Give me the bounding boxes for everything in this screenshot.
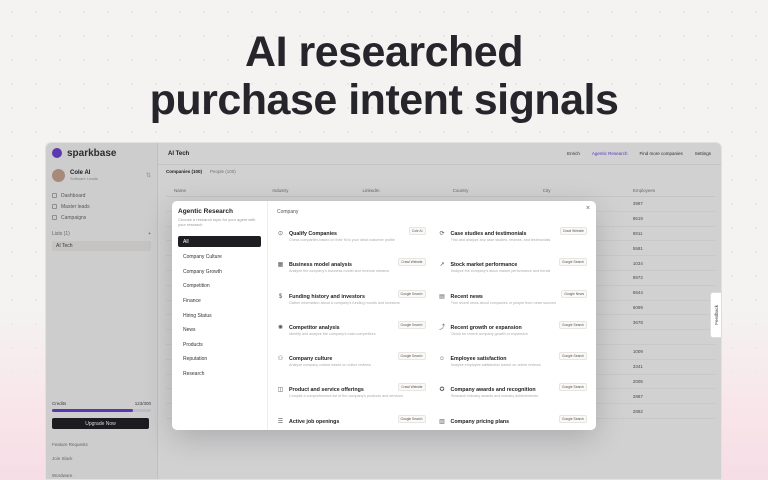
source-badge: Google Search (397, 352, 426, 361)
category-item[interactable]: Company Growth (178, 265, 261, 280)
card-description: Check companies based on their fit to yo… (289, 238, 395, 242)
card-icon: $ (278, 293, 283, 300)
card-title: Qualify Companies (289, 231, 337, 237)
category-item[interactable]: Competition (178, 279, 261, 294)
card-description: Check for recent company growth or expan… (450, 331, 528, 336)
source-badge: Google Search (397, 414, 426, 423)
card-icon: ✺ (277, 324, 284, 331)
card-description: Analyze the company's stock market perfo… (450, 269, 551, 274)
hero-line-2: purchase intent signals (149, 76, 619, 124)
card-icon: ↗ (439, 262, 445, 269)
hero-headline: AI researched purchase intent signals (0, 28, 768, 124)
research-card[interactable]: ⟳ Case studies and testimonials Find and a… (439, 223, 587, 254)
research-card[interactable]: ⊙ Qualify Companies Check companies based … (277, 223, 426, 254)
category-item[interactable]: All (178, 236, 261, 247)
source-badge: Crawl Website (398, 383, 426, 392)
source-badge: Google News (561, 289, 587, 298)
category-item[interactable]: Hiring Status (178, 308, 261, 323)
modal-content: Company × ⊙ Qualify Companies Check compan… (268, 201, 596, 430)
feedback-label: Feedback (713, 305, 719, 325)
card-icon: ⚇ (277, 356, 284, 363)
source-badge: Google Search (559, 383, 587, 392)
research-card[interactable]: ↗ Stock market performance Analyze the com… (439, 254, 587, 285)
category-item[interactable]: News (178, 323, 261, 338)
category-item[interactable]: Company Culture (178, 250, 261, 265)
hero-line-1: AI researched (245, 28, 523, 76)
modal-description: Choose a research topic for your agent w… (178, 217, 256, 227)
card-icon: ✪ (439, 387, 445, 394)
close-icon[interactable]: × (586, 205, 590, 212)
research-card[interactable]: ◫ Product and service offerings Compile a … (277, 379, 426, 410)
modal-sidebar: Agentic Research Choose a research topic… (172, 201, 268, 430)
card-description: Gather information about a company's fun… (289, 300, 400, 305)
research-card[interactable]: ✪ Company awards and recognition Research … (439, 379, 587, 410)
card-icon: ▦ (277, 262, 284, 269)
card-icon: ☰ (277, 418, 284, 425)
card-description: Compile a comprehensive list of the comp… (289, 394, 403, 399)
research-card[interactable]: ✺ Competitor analysis Identify and analyze… (277, 317, 426, 348)
card-description: Identify and analyze the company's main … (289, 331, 376, 336)
research-card[interactable]: ▤ Recent news Find recent news about compa… (439, 286, 587, 317)
card-description: Analyze employee satisfaction based on o… (450, 363, 541, 368)
source-badge: Google Search (559, 258, 587, 267)
research-card[interactable]: ▥ Company pricing plans Google Search (439, 411, 587, 430)
card-icon: ▥ (439, 418, 445, 425)
card-description: Find and analyze any case studies, revie… (450, 238, 551, 242)
card-description: Research industry awards and industry ac… (450, 394, 539, 399)
card-description: Find recent news about companies or peop… (450, 300, 557, 305)
category-item[interactable]: Products (178, 338, 261, 353)
source-badge: Google Search (559, 414, 587, 423)
source-badge: Cole AI (408, 227, 426, 235)
card-icon: ☺ (438, 356, 446, 363)
card-icon: ▤ (439, 293, 445, 300)
research-card[interactable]: ⤴ Recent growth or expansion Check for rec… (438, 317, 587, 348)
source-badge: Google Search (559, 352, 587, 361)
feedback-tab[interactable]: Feedback (710, 292, 722, 338)
card-description: Analyze company culture based on online … (289, 363, 371, 368)
research-card[interactable]: $ Funding history and investors Gather inf… (277, 286, 426, 317)
card-icon: ⊙ (277, 231, 284, 237)
research-card[interactable]: ▦ Business model analysis Analyze the comp… (277, 254, 426, 285)
source-badge: Crawl Website (559, 227, 587, 235)
source-badge: Google Search (559, 320, 587, 329)
modal-title: Agentic Research (178, 208, 233, 215)
category-item[interactable]: Reputation (178, 352, 261, 367)
source-badge: Google Search (397, 289, 426, 298)
source-badge: Google Search (397, 320, 426, 329)
category-item[interactable]: Research (178, 367, 261, 382)
section-label: Company (277, 209, 299, 215)
research-card-grid: ⊙ Qualify Companies Check companies based … (277, 223, 587, 430)
research-card[interactable]: ☰ Active job openings Google Search (277, 411, 426, 430)
card-icon: ◫ (277, 387, 284, 394)
category-item[interactable]: Finance (178, 294, 261, 309)
card-description: Analyze the company's business model and… (289, 269, 390, 274)
category-list: All Company Culture Company Growth Competit… (178, 236, 261, 381)
research-card[interactable]: ⚇ Company culture Analyze company culture … (277, 348, 426, 379)
card-icon: ⤴ (438, 324, 445, 331)
source-badge: Crawl Website (398, 258, 426, 267)
agentic-research-modal: Agentic Research Choose a research topic… (172, 201, 596, 430)
card-icon: ⟳ (439, 231, 445, 237)
research-card[interactable]: ☺ Employee satisfaction Analyze employee s… (438, 348, 587, 379)
